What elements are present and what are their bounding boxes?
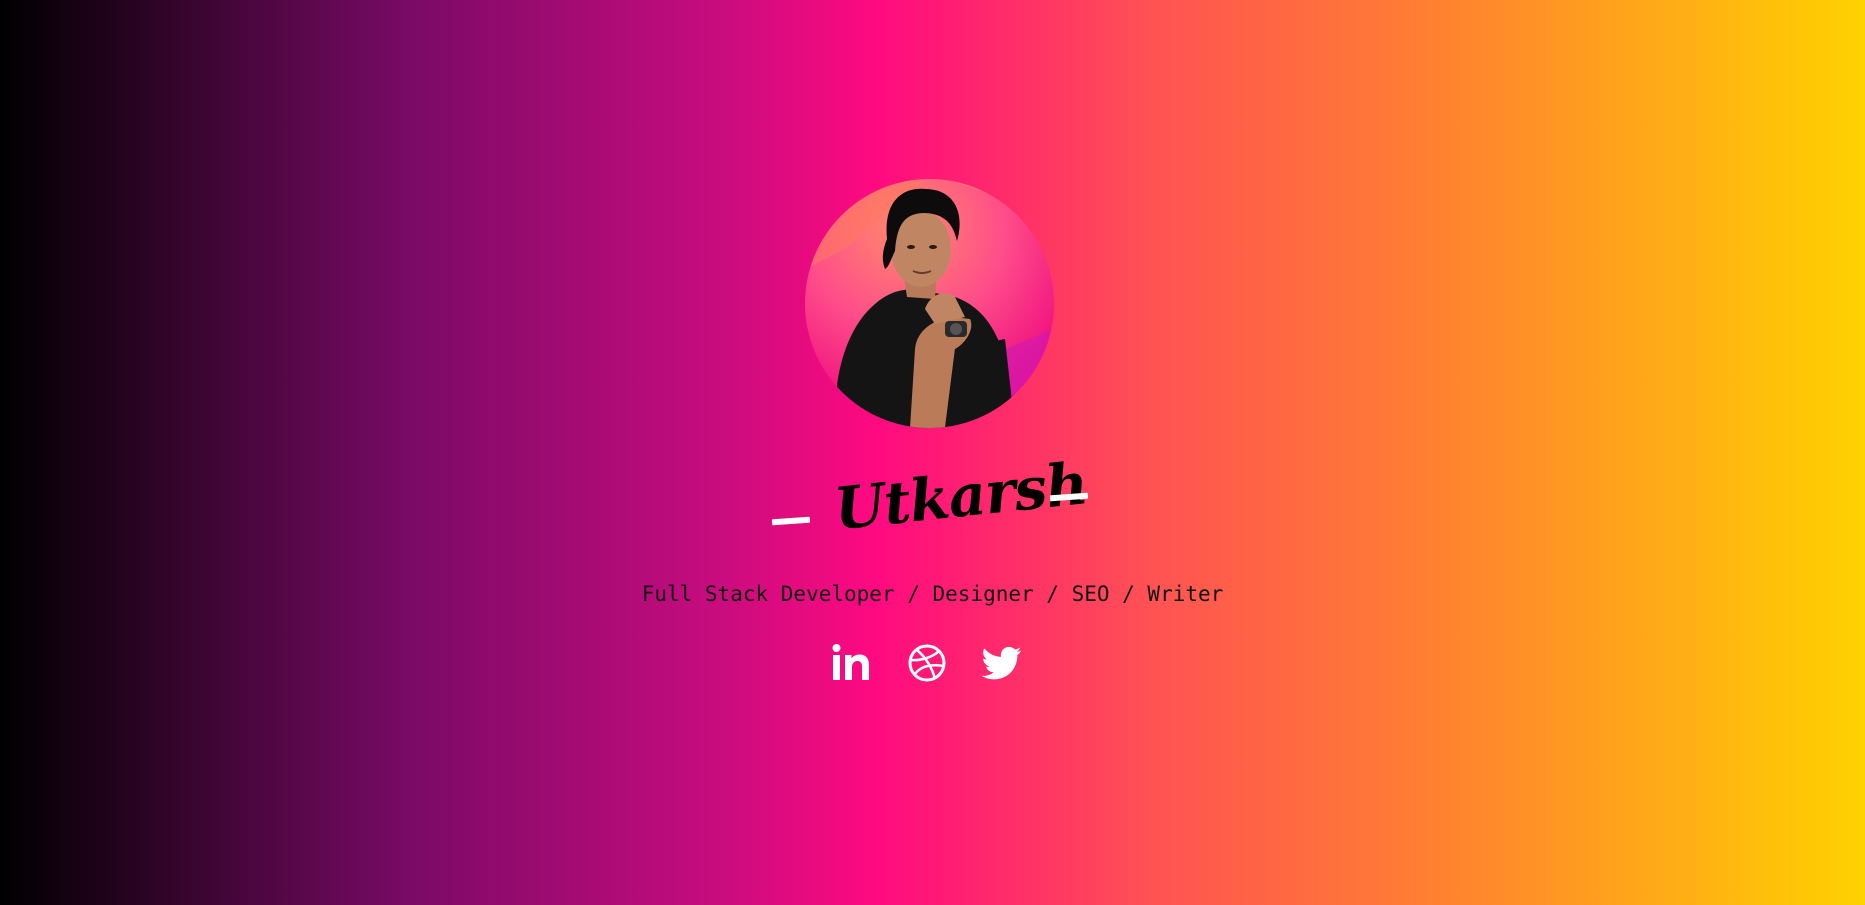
linkedin-icon (832, 644, 869, 680)
dribbble-icon (908, 644, 946, 682)
name-heading: Utkarsh (760, 449, 1105, 555)
linkedin-link[interactable] (831, 643, 871, 683)
portrait-photo (805, 179, 1054, 428)
profile-name: Utkarsh (831, 449, 1091, 544)
social-links (831, 643, 1031, 683)
twitter-icon (981, 646, 1022, 680)
dribbble-link[interactable] (907, 643, 947, 683)
profile-avatar (805, 179, 1054, 428)
left-dash-decoration (771, 516, 811, 526)
hero-section: Utkarsh Full Stack Developer / Designer … (0, 0, 1865, 905)
profile-tagline: Full Stack Developer / Designer / SEO / … (641, 582, 1224, 606)
twitter-link[interactable] (981, 643, 1022, 683)
